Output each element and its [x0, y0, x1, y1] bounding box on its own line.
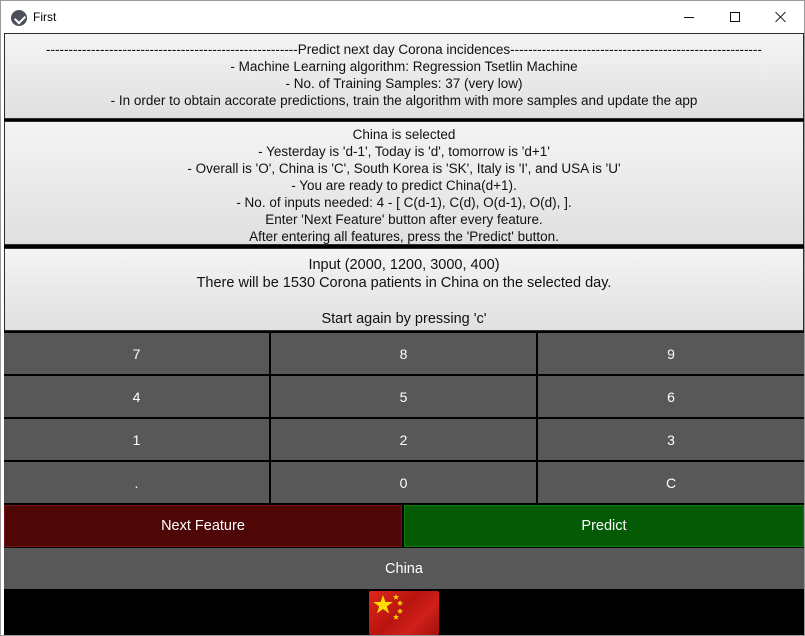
info-accuracy-note: - In order to obtain accorate prediction…: [110, 93, 698, 108]
ready-text: - You are ready to predict China(d+1).: [291, 178, 517, 193]
key-5[interactable]: 5: [271, 376, 536, 417]
key-9[interactable]: 9: [538, 333, 804, 374]
key-0[interactable]: 0: [271, 462, 536, 503]
maximize-button[interactable]: [712, 1, 758, 33]
country-select-button[interactable]: China: [4, 548, 804, 589]
key-2[interactable]: 2: [271, 419, 536, 460]
info-algorithm: - Machine Learning algorithm: Regression…: [230, 59, 578, 74]
title-bar[interactable]: First: [1, 1, 804, 33]
flag-large-star: [373, 595, 393, 614]
inputs-needed-text: - No. of inputs needed: 4 - [ C(d-1), C(…: [236, 195, 572, 210]
close-button[interactable]: [758, 1, 804, 33]
close-icon: [775, 11, 787, 23]
predict-instruction: After entering all features, press the '…: [249, 229, 559, 244]
kivy-app-icon: [11, 10, 27, 26]
minimize-button[interactable]: [666, 1, 712, 33]
china-flag-icon[interactable]: [369, 591, 439, 635]
flag-small-star: [396, 608, 404, 614]
key-decimal[interactable]: .: [4, 462, 269, 503]
selected-country-text: China is selected: [352, 127, 456, 142]
prediction-text: There will be 1530 Corona patients in Ch…: [196, 275, 612, 291]
flag-stars: [373, 594, 404, 620]
info-training-samples: - No. of Training Samples: 37 (very low): [285, 76, 523, 91]
key-6[interactable]: 6: [538, 376, 804, 417]
minimize-icon: [684, 16, 694, 18]
next-feature-instruction: Enter 'Next Feature' button after every …: [265, 212, 543, 227]
window-title: First: [33, 10, 57, 24]
input-values-text: Input (2000, 1200, 3000, 400): [308, 257, 500, 273]
info-heading: ----------------------------------------…: [46, 42, 762, 57]
country-codes-text: - Overall is 'O', China is 'C', South Ko…: [187, 161, 621, 176]
country-instructions-panel: China is selected - Yesterday is 'd-1', …: [4, 121, 804, 245]
day-notation-text: - Yesterday is 'd-1', Today is 'd', tomo…: [258, 144, 550, 159]
action-row: Next Feature Predict: [4, 505, 804, 547]
key-8[interactable]: 8: [271, 333, 536, 374]
key-7[interactable]: 7: [4, 333, 269, 374]
key-4[interactable]: 4: [4, 376, 269, 417]
maximize-icon: [730, 12, 740, 22]
next-feature-button[interactable]: Next Feature: [4, 505, 402, 547]
key-1[interactable]: 1: [4, 419, 269, 460]
key-clear[interactable]: C: [538, 462, 804, 503]
restart-text: Start again by pressing 'c': [321, 311, 487, 327]
flag-small-star: [396, 600, 404, 606]
info-panel: ----------------------------------------…: [4, 33, 804, 119]
flag-small-star: [392, 594, 400, 600]
app-window: First ----------------------------------…: [0, 0, 805, 636]
predict-button[interactable]: Predict: [404, 505, 804, 547]
flag-small-star: [392, 614, 400, 620]
result-panel: Input (2000, 1200, 3000, 400) There will…: [4, 248, 804, 331]
flag-bar: [4, 590, 804, 635]
key-3[interactable]: 3: [538, 419, 804, 460]
keypad: 7 8 9 4 5 6 1 2 3 . 0 C: [4, 333, 804, 504]
app-content: ----------------------------------------…: [4, 33, 804, 635]
